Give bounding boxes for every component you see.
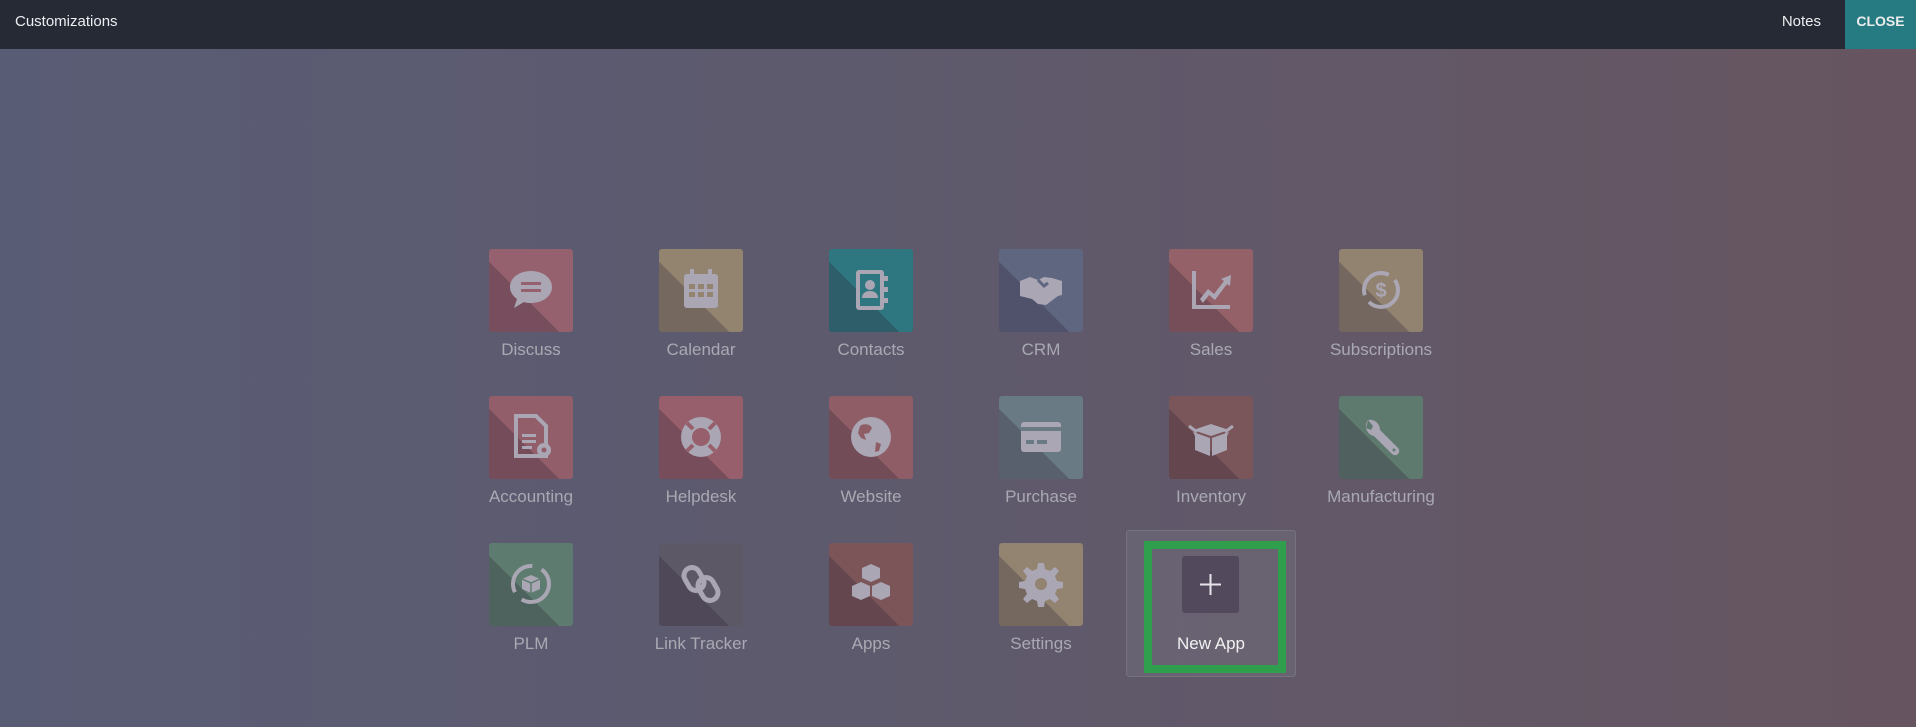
app-label: Purchase bbox=[1005, 487, 1077, 506]
app-label: Sales bbox=[1189, 340, 1233, 359]
app-tile[interactable] bbox=[489, 249, 573, 332]
lifebuoy-icon bbox=[681, 417, 721, 457]
app-label: PLM bbox=[513, 634, 549, 653]
address-book-icon bbox=[856, 270, 888, 310]
document-gear-icon bbox=[514, 414, 551, 458]
app-label: Manufacturing bbox=[1327, 487, 1435, 506]
app-tile[interactable] bbox=[829, 249, 913, 332]
app-sales[interactable]: Sales bbox=[1126, 249, 1296, 396]
app-label: Calendar bbox=[666, 340, 736, 359]
credit-card-icon bbox=[1021, 422, 1061, 452]
app-tile[interactable] bbox=[659, 249, 743, 332]
handshake-icon bbox=[1020, 277, 1062, 305]
app-website[interactable]: Website bbox=[786, 396, 956, 543]
app-helpdesk[interactable]: Helpdesk bbox=[616, 396, 786, 543]
wrench-icon bbox=[1365, 419, 1400, 456]
app-tile[interactable] bbox=[829, 396, 913, 479]
svg-text:$: $ bbox=[1375, 280, 1386, 302]
new-app-tile[interactable] bbox=[1182, 556, 1239, 613]
app-label: Inventory bbox=[1176, 487, 1246, 506]
box-cycle-icon bbox=[511, 564, 551, 604]
app-plm[interactable]: PLM bbox=[446, 543, 616, 690]
app-tile[interactable] bbox=[489, 396, 573, 479]
dollar-cycle-icon: $ bbox=[1362, 271, 1400, 309]
calendar-icon bbox=[684, 269, 718, 308]
app-tile[interactable] bbox=[829, 543, 913, 626]
chart-line-icon bbox=[1192, 271, 1231, 309]
chat-bubble-icon bbox=[510, 271, 552, 308]
app-label: Contacts bbox=[837, 340, 905, 359]
app-label: Accounting bbox=[488, 487, 574, 506]
chain-link-icon bbox=[681, 565, 721, 603]
top-bar: Customizations Notes CLOSE bbox=[0, 0, 1916, 49]
app-manufacturing[interactable]: Manufacturing bbox=[1296, 396, 1466, 543]
app-label: Website bbox=[840, 487, 902, 506]
plus-icon bbox=[1200, 574, 1221, 595]
gear-icon bbox=[1019, 563, 1063, 607]
app-link-tracker[interactable]: Link Tracker bbox=[616, 543, 786, 690]
app-tile[interactable] bbox=[489, 543, 573, 626]
app-contacts[interactable]: Contacts bbox=[786, 249, 956, 396]
app-tile[interactable] bbox=[1169, 249, 1253, 332]
app-label: CRM bbox=[1021, 340, 1061, 359]
app-label: Apps bbox=[851, 634, 891, 653]
app-apps[interactable]: Apps bbox=[786, 543, 956, 690]
app-subscriptions[interactable]: $ Subscriptions bbox=[1296, 249, 1466, 396]
notes-link[interactable]: Notes bbox=[1782, 0, 1821, 43]
app-accounting[interactable]: Accounting bbox=[446, 396, 616, 543]
app-label: Settings bbox=[1010, 634, 1072, 653]
app-tile[interactable] bbox=[1169, 396, 1253, 479]
app-inventory[interactable]: Inventory bbox=[1126, 396, 1296, 543]
app-crm[interactable]: CRM bbox=[956, 249, 1126, 396]
app-label: Subscriptions bbox=[1329, 340, 1433, 359]
app-tile[interactable] bbox=[659, 396, 743, 479]
new-app-label: New App bbox=[1176, 634, 1246, 653]
app-tile[interactable] bbox=[999, 543, 1083, 626]
app-tile[interactable]: $ bbox=[1339, 249, 1423, 332]
app-purchase[interactable]: Purchase bbox=[956, 396, 1126, 543]
open-box-icon bbox=[1188, 424, 1234, 456]
app-label: Link Tracker bbox=[654, 634, 748, 653]
app-calendar[interactable]: Calendar bbox=[616, 249, 786, 396]
app-settings[interactable]: Settings bbox=[956, 543, 1126, 690]
globe-icon bbox=[851, 417, 891, 457]
app-label: Helpdesk bbox=[665, 487, 737, 506]
app-tile[interactable] bbox=[659, 543, 743, 626]
app-label: Discuss bbox=[501, 340, 561, 359]
close-button[interactable]: CLOSE bbox=[1845, 0, 1916, 49]
page-title: Customizations bbox=[15, 13, 118, 30]
app-discuss[interactable]: Discuss bbox=[446, 249, 616, 396]
app-tile[interactable] bbox=[1339, 396, 1423, 479]
app-tile[interactable] bbox=[999, 396, 1083, 479]
cubes-icon bbox=[852, 564, 890, 600]
app-tile[interactable] bbox=[999, 249, 1083, 332]
